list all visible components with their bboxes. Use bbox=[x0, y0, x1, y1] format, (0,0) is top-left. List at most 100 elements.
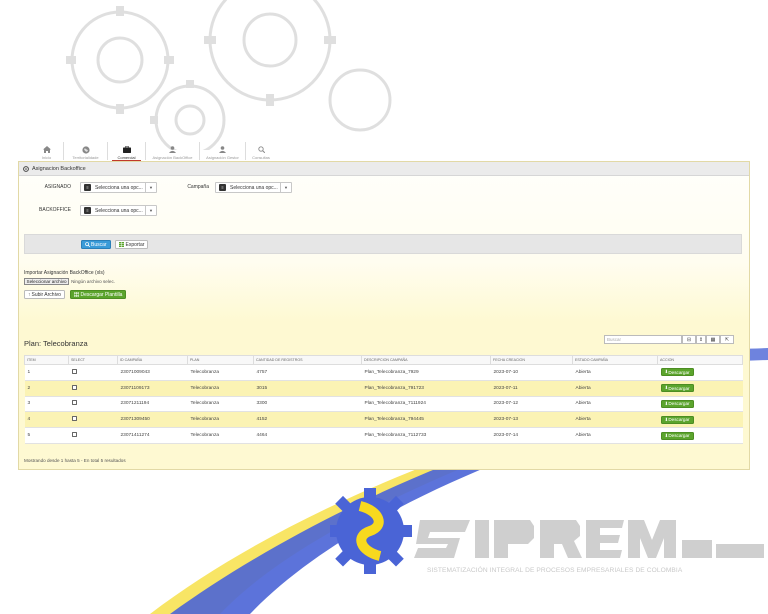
top-navigation: Inicio Territorialidade Comercial Asigna… bbox=[30, 142, 276, 161]
column-header[interactable]: CANTIDAD DE REGISTROS bbox=[253, 355, 362, 365]
nav-label: Territorialidade bbox=[72, 155, 99, 160]
cell-select bbox=[68, 427, 118, 444]
column-header[interactable]: ID CAMPAÑA bbox=[117, 355, 188, 365]
column-header[interactable]: FECHA CREACION bbox=[490, 355, 573, 365]
pagination-toggle-button[interactable]: ⊟ bbox=[682, 335, 696, 344]
cell-estado: Abierta bbox=[572, 411, 658, 429]
cell-plan: Telecobranza bbox=[187, 411, 254, 429]
buscar-button[interactable]: Buscar bbox=[81, 240, 111, 249]
descargar-button[interactable]: ⬇ Descargar bbox=[660, 431, 694, 440]
buscar-label: Buscar bbox=[91, 241, 107, 248]
column-header[interactable]: DESCRIPCION CAMPAÑA bbox=[361, 355, 491, 365]
table-row: 5 23071411274 Telecobranza 4464 Plan_Tel… bbox=[24, 427, 743, 444]
cell-estado: Abierta bbox=[572, 427, 658, 444]
descargar-label: Descargar bbox=[668, 401, 690, 407]
search-icon bbox=[256, 145, 266, 154]
cell-id: 23071309450 bbox=[117, 411, 188, 429]
column-header[interactable]: SELECT bbox=[68, 355, 118, 365]
cell-cantidad: 3015 bbox=[253, 379, 362, 397]
search-placeholder: Buscar bbox=[607, 337, 622, 342]
cell-descripcion: Plan_Telecobranza_794445 bbox=[361, 411, 491, 429]
nav-item-territorialidade[interactable]: Territorialidade bbox=[64, 142, 108, 160]
row-checkbox[interactable] bbox=[71, 384, 77, 390]
search-icon bbox=[85, 242, 90, 247]
chevron-down-icon: ▼ bbox=[145, 206, 156, 215]
refresh-button[interactable]: ⇕ bbox=[696, 335, 706, 344]
action-bar: Buscar Exportar bbox=[24, 234, 742, 254]
table-row: 3 23071211194 Telecobranza 3300 Plan_Tel… bbox=[24, 395, 743, 413]
descargar-label: Descargar bbox=[668, 417, 690, 423]
descargar-button[interactable]: ⬇ Descargar bbox=[660, 368, 694, 377]
descargar-label: Descargar bbox=[668, 433, 690, 439]
column-header[interactable]: ITEM bbox=[24, 355, 69, 365]
user-icon bbox=[168, 145, 178, 154]
cell-item: 3 bbox=[24, 395, 69, 413]
globe-icon bbox=[81, 145, 91, 154]
cell-id: 23071109173 bbox=[117, 379, 188, 397]
download-template-button[interactable]: Descargar Plantilla bbox=[70, 290, 127, 299]
row-checkbox[interactable] bbox=[71, 368, 77, 374]
nav-item-consultas[interactable]: Consultas bbox=[246, 142, 276, 160]
chevron-down-icon: ▼ bbox=[145, 183, 156, 192]
table-tools: ⊟ ⇕ ▦ ⇱ bbox=[682, 335, 734, 344]
nav-item-inicio[interactable]: Inicio bbox=[30, 142, 64, 160]
descargar-button[interactable]: ⬇ Descargar bbox=[660, 399, 694, 408]
cell-plan: Telecobranza bbox=[187, 427, 254, 444]
table-search-input[interactable]: Buscar bbox=[604, 335, 682, 344]
cell-plan: Telecobranza bbox=[187, 379, 254, 397]
home-icon bbox=[42, 145, 52, 154]
cell-fecha: 2023-07-12 bbox=[490, 395, 573, 413]
backoffice-select[interactable]: ≡ Selecciona una opc... ▼ bbox=[80, 205, 157, 216]
logo-tagline: SISTEMATIZACIÓN INTEGRAL DE PROCESOS EMP… bbox=[427, 567, 683, 574]
cell-id: 23071411274 bbox=[117, 427, 188, 444]
cell-estado: Abierta bbox=[572, 364, 658, 381]
cell-estado: Abierta bbox=[572, 395, 658, 413]
asignado-select-value: Selecciona una opc... bbox=[95, 184, 143, 191]
asignacion-panel: Asignacion Backoffice ASIGNADO ≡ Selecci… bbox=[18, 161, 750, 470]
cell-estado: Abierta bbox=[572, 379, 658, 397]
nav-label: Asignación Gestor bbox=[206, 155, 239, 160]
row-checkbox[interactable] bbox=[71, 400, 77, 406]
choose-file-button[interactable]: Seleccionar archivo bbox=[24, 278, 70, 285]
backoffice-select-value: Selecciona una opc... bbox=[95, 207, 143, 214]
nav-label: Asignación BackOffice bbox=[152, 155, 193, 160]
cell-accion: ⬇ Descargar bbox=[657, 427, 743, 444]
chevron-down-icon: ▼ bbox=[280, 183, 291, 192]
gears-background-image bbox=[66, 0, 392, 150]
panel-title: Asignacion Backoffice bbox=[32, 165, 86, 172]
backoffice-label: BACKOFFICE bbox=[39, 207, 71, 213]
descargar-button[interactable]: ⬇ Descargar bbox=[660, 384, 694, 393]
column-header[interactable]: ESTADO CAMPAÑA bbox=[572, 355, 658, 365]
cell-accion: ⬇ Descargar bbox=[657, 411, 743, 429]
cell-accion: ⬇ Descargar bbox=[657, 379, 743, 397]
gear-icon bbox=[23, 165, 29, 172]
column-header[interactable]: PLAN bbox=[187, 355, 254, 365]
descargar-button[interactable]: ⬇ Descargar bbox=[660, 415, 694, 424]
campana-label: Campaña bbox=[187, 184, 209, 190]
row-checkbox[interactable] bbox=[71, 416, 77, 422]
exportar-label: Exportar bbox=[125, 241, 145, 248]
nav-item-asignacion-backoffice[interactable]: Asignación BackOffice bbox=[146, 142, 200, 160]
descargar-label: Descargar bbox=[668, 385, 690, 391]
nav-label: Consultas bbox=[252, 155, 270, 160]
campana-select[interactable]: ≡ Selecciona una opc... ▼ bbox=[215, 182, 292, 193]
list-icon: ≡ bbox=[219, 184, 226, 191]
cell-fecha: 2023-07-11 bbox=[490, 379, 573, 397]
cell-cantidad: 3300 bbox=[253, 395, 362, 413]
columns-button[interactable]: ▦ bbox=[706, 335, 720, 344]
pagination-info: Mostrando desde 1 hasta 5 - En total 5 r… bbox=[24, 458, 126, 463]
exportar-button[interactable]: Exportar bbox=[115, 240, 149, 249]
download-template-label: Descargar Plantilla bbox=[80, 291, 123, 298]
column-header[interactable]: ACCION bbox=[657, 355, 743, 365]
export-icon-button[interactable]: ⇱ bbox=[720, 335, 734, 344]
row-checkbox[interactable] bbox=[71, 432, 77, 438]
asignado-select[interactable]: ≡ Selecciona una opc... ▼ bbox=[80, 182, 157, 193]
plan-title: Plan: Telecobranza bbox=[24, 339, 88, 348]
upload-file-button[interactable]: ↑ Subir Archivo bbox=[24, 290, 65, 299]
cell-item: 4 bbox=[24, 411, 69, 429]
nav-item-comercial[interactable]: Comercial bbox=[108, 142, 146, 161]
nav-item-asignacion-gestor[interactable]: Asignación Gestor bbox=[200, 142, 246, 160]
table-icon bbox=[119, 242, 124, 247]
descargar-label: Descargar bbox=[668, 369, 690, 375]
cell-fecha: 2023-07-13 bbox=[490, 411, 573, 429]
